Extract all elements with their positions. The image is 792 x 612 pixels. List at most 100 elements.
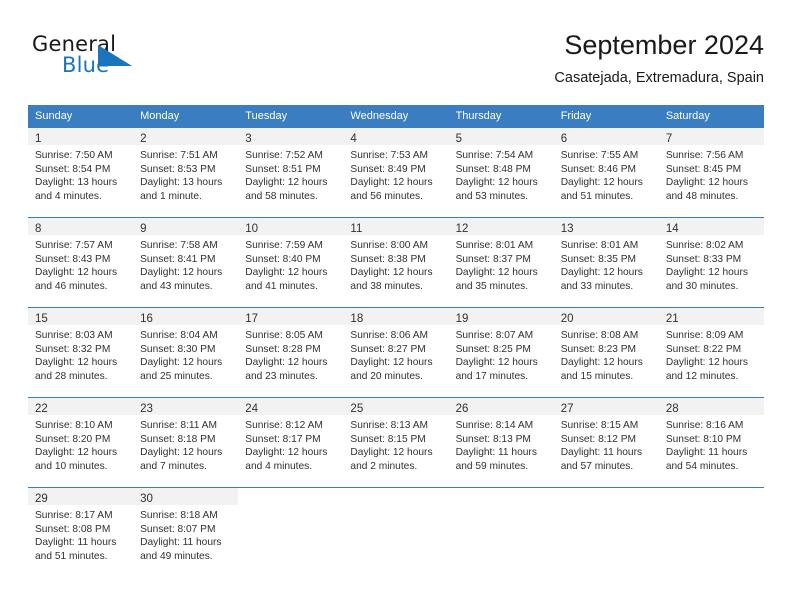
sunrise-text: Sunrise: 8:10 AM [35, 420, 113, 431]
sunrise-text: Sunrise: 8:06 AM [350, 330, 429, 341]
calendar-cell: 21 Sunrise: 8:09 AM Sunset: 8:22 PM Dayligh… [658, 307, 764, 398]
day-cell[interactable]: 22 Sunrise: 8:10 AM Sunset: 8:20 PM Dayligh… [28, 398, 134, 487]
calendar-cell: 7 Sunrise: 7:56 AM Sunset: 8:45 PM Daylight… [658, 127, 764, 218]
day-cell[interactable]: 7 Sunrise: 7:56 AM Sunset: 8:45 PM Daylight… [658, 128, 764, 217]
day-cell[interactable]: 5 Sunrise: 7:54 AM Sunset: 8:48 PM Daylight… [448, 128, 554, 217]
day-number: 9 [140, 223, 147, 235]
empty-day-cell [659, 488, 764, 577]
sunrise-text: Sunrise: 8:03 AM [35, 330, 113, 341]
sunset-text: Sunset: 8:08 PM [35, 523, 111, 535]
day-cell[interactable]: 17 Sunrise: 8:05 AM Sunset: 8:28 PM Dayligh… [238, 308, 344, 397]
day-cell-body: Sunrise: 8:01 AM Sunset: 8:35 PM Daylight:… [554, 235, 659, 293]
day-number-band: 14 [658, 218, 764, 235]
calendar-cell: 15 Sunrise: 8:03 AM Sunset: 8:32 PM Dayligh… [28, 307, 134, 398]
day-cell[interactable]: 29 Sunrise: 8:17 AM Sunset: 8:08 PM Dayligh… [28, 488, 134, 577]
calendar-cell: 27 Sunrise: 8:15 AM Sunset: 8:12 PM Dayligh… [553, 397, 659, 488]
day-cell[interactable]: 16 Sunrise: 8:04 AM Sunset: 8:30 PM Dayligh… [133, 308, 239, 397]
daylight-text-line2: and 15 minutes. [560, 370, 634, 382]
day-number: 6 [560, 133, 568, 145]
day-cell-body: Sunrise: 7:56 AM Sunset: 8:45 PM Daylight:… [659, 145, 764, 203]
day-cell-body: Sunrise: 7:53 AM Sunset: 8:49 PM Daylight:… [343, 145, 448, 203]
daylight-text-line1: Daylight: 12 hours [140, 447, 223, 459]
day-number-band: 11 [343, 218, 449, 235]
day-cell[interactable]: 24 Sunrise: 8:12 AM Sunset: 8:17 PM Dayligh… [238, 398, 344, 487]
day-number-band [449, 488, 554, 505]
day-number: 29 [35, 493, 48, 505]
daylight-text-line1: Daylight: 12 hours [350, 447, 433, 459]
day-cell[interactable]: 19 Sunrise: 8:07 AM Sunset: 8:25 PM Dayligh… [448, 308, 554, 397]
day-cell[interactable]: 21 Sunrise: 8:09 AM Sunset: 8:22 PM Dayligh… [658, 308, 764, 397]
sunset-text: Sunset: 8:35 PM [560, 253, 637, 265]
daylight-text-line2: and 59 minutes. [455, 460, 529, 472]
sunset-text: Sunset: 8:18 PM [140, 433, 216, 445]
sunrise-text: Sunrise: 8:12 AM [245, 420, 323, 431]
day-cell[interactable]: 15 Sunrise: 8:03 AM Sunset: 8:32 PM Dayligh… [28, 308, 134, 397]
daylight-text-line1: Daylight: 12 hours [455, 357, 538, 369]
day-cell[interactable]: 26 Sunrise: 8:14 AM Sunset: 8:13 PM Dayligh… [448, 398, 554, 487]
daylight-text-line2: and 20 minutes. [350, 370, 423, 382]
calendar-cell: 3 Sunrise: 7:52 AM Sunset: 8:51 PM Daylight… [238, 127, 344, 218]
daylight-text-line1: Daylight: 12 hours [245, 357, 328, 369]
day-number: 3 [245, 133, 252, 145]
day-cell[interactable]: 28 Sunrise: 8:16 AM Sunset: 8:10 PM Dayligh… [658, 398, 764, 487]
sunset-text: Sunset: 8:28 PM [245, 343, 321, 355]
day-cell[interactable]: 9 Sunrise: 7:58 AM Sunset: 8:41 PM Daylight… [133, 218, 239, 307]
day-number: 30 [140, 493, 153, 505]
day-cell[interactable]: 27 Sunrise: 8:15 AM Sunset: 8:12 PM Dayligh… [553, 398, 659, 487]
empty-day-cell [238, 488, 343, 577]
sunset-text: Sunset: 8:13 PM [455, 433, 531, 445]
sunrise-text: Sunrise: 8:08 AM [560, 330, 639, 341]
day-cell[interactable]: 4 Sunrise: 7:53 AM Sunset: 8:49 PM Daylight… [343, 128, 449, 217]
day-cell[interactable]: 10 Sunrise: 7:59 AM Sunset: 8:40 PM Dayligh… [238, 218, 344, 307]
day-number-band: 24 [238, 398, 344, 415]
day-cell[interactable]: 14 Sunrise: 8:02 AM Sunset: 8:33 PM Dayligh… [658, 218, 764, 307]
daylight-text-line2: and 58 minutes. [245, 190, 318, 202]
calendar-cell: 16 Sunrise: 8:04 AM Sunset: 8:30 PM Dayligh… [133, 307, 239, 398]
day-cell-body: Sunrise: 8:03 AM Sunset: 8:32 PM Daylight:… [28, 325, 133, 383]
sunset-text: Sunset: 8:30 PM [140, 343, 216, 355]
day-cell-body: Sunrise: 8:14 AM Sunset: 8:13 PM Daylight:… [449, 415, 554, 473]
day-number: 5 [455, 133, 462, 145]
sunset-text: Sunset: 8:15 PM [350, 433, 426, 445]
calendar-cell: 2 Sunrise: 7:51 AM Sunset: 8:53 PM Daylight… [133, 127, 239, 218]
daylight-text-line2: and 23 minutes. [245, 370, 318, 382]
day-number-band: 18 [343, 308, 449, 325]
calendar-cell-empty [343, 487, 449, 577]
day-number-band: 3 [238, 128, 344, 145]
day-cell-body: Sunrise: 8:07 AM Sunset: 8:25 PM Daylight:… [449, 325, 554, 383]
day-number: 28 [665, 403, 679, 415]
daylight-text-line2: and 4 minutes. [245, 460, 313, 472]
calendar-body: 1 Sunrise: 7:50 AM Sunset: 8:54 PM Daylight… [28, 127, 764, 577]
day-cell-body: Sunrise: 7:54 AM Sunset: 8:48 PM Daylight:… [449, 145, 554, 203]
day-cell[interactable]: 30 Sunrise: 8:18 AM Sunset: 8:07 PM Dayligh… [133, 488, 239, 577]
day-cell[interactable]: 1 Sunrise: 7:50 AM Sunset: 8:54 PM Daylight… [28, 128, 134, 217]
day-number-band: 20 [553, 308, 659, 325]
calendar-cell-empty [553, 487, 659, 577]
day-cell[interactable]: 18 Sunrise: 8:06 AM Sunset: 8:27 PM Dayligh… [343, 308, 449, 397]
day-cell-body: Sunrise: 8:06 AM Sunset: 8:27 PM Daylight:… [343, 325, 448, 383]
day-cell[interactable]: 20 Sunrise: 8:08 AM Sunset: 8:23 PM Dayligh… [553, 308, 659, 397]
day-cell[interactable]: 23 Sunrise: 8:11 AM Sunset: 8:18 PM Dayligh… [133, 398, 239, 487]
sunset-text: Sunset: 8:51 PM [245, 163, 321, 175]
sunset-text: Sunset: 8:48 PM [455, 163, 531, 175]
day-cell[interactable]: 25 Sunrise: 8:13 AM Sunset: 8:15 PM Dayligh… [343, 398, 449, 487]
day-cell[interactable]: 12 Sunrise: 8:01 AM Sunset: 8:37 PM Dayligh… [448, 218, 554, 307]
sunrise-text: Sunrise: 7:50 AM [35, 150, 113, 161]
day-cell[interactable]: 11 Sunrise: 8:00 AM Sunset: 8:38 PM Dayligh… [343, 218, 449, 307]
daylight-text-line2: and 4 minutes. [35, 190, 102, 202]
sunset-text: Sunset: 8:46 PM [560, 163, 637, 175]
sunset-text: Sunset: 8:45 PM [665, 163, 742, 175]
day-cell[interactable]: 2 Sunrise: 7:51 AM Sunset: 8:53 PM Daylight… [133, 128, 239, 217]
sunrise-text: Sunrise: 8:00 AM [350, 240, 429, 251]
sunset-text: Sunset: 8:17 PM [245, 433, 321, 445]
daylight-text-line1: Daylight: 12 hours [140, 267, 223, 279]
day-cell-body: Sunrise: 7:57 AM Sunset: 8:43 PM Daylight:… [28, 235, 133, 293]
general-blue-logo[interactable]: General Blue [32, 32, 162, 88]
sunrise-text: Sunrise: 8:04 AM [140, 330, 218, 341]
sunrise-text: Sunrise: 7:55 AM [560, 150, 639, 161]
daylight-text-line2: and 49 minutes. [140, 550, 213, 562]
day-cell[interactable]: 3 Sunrise: 7:52 AM Sunset: 8:51 PM Daylight… [238, 128, 344, 217]
day-cell[interactable]: 8 Sunrise: 7:57 AM Sunset: 8:43 PM Daylight… [28, 218, 134, 307]
day-cell[interactable]: 6 Sunrise: 7:55 AM Sunset: 8:46 PM Daylight… [553, 128, 659, 217]
day-cell[interactable]: 13 Sunrise: 8:01 AM Sunset: 8:35 PM Dayligh… [553, 218, 659, 307]
